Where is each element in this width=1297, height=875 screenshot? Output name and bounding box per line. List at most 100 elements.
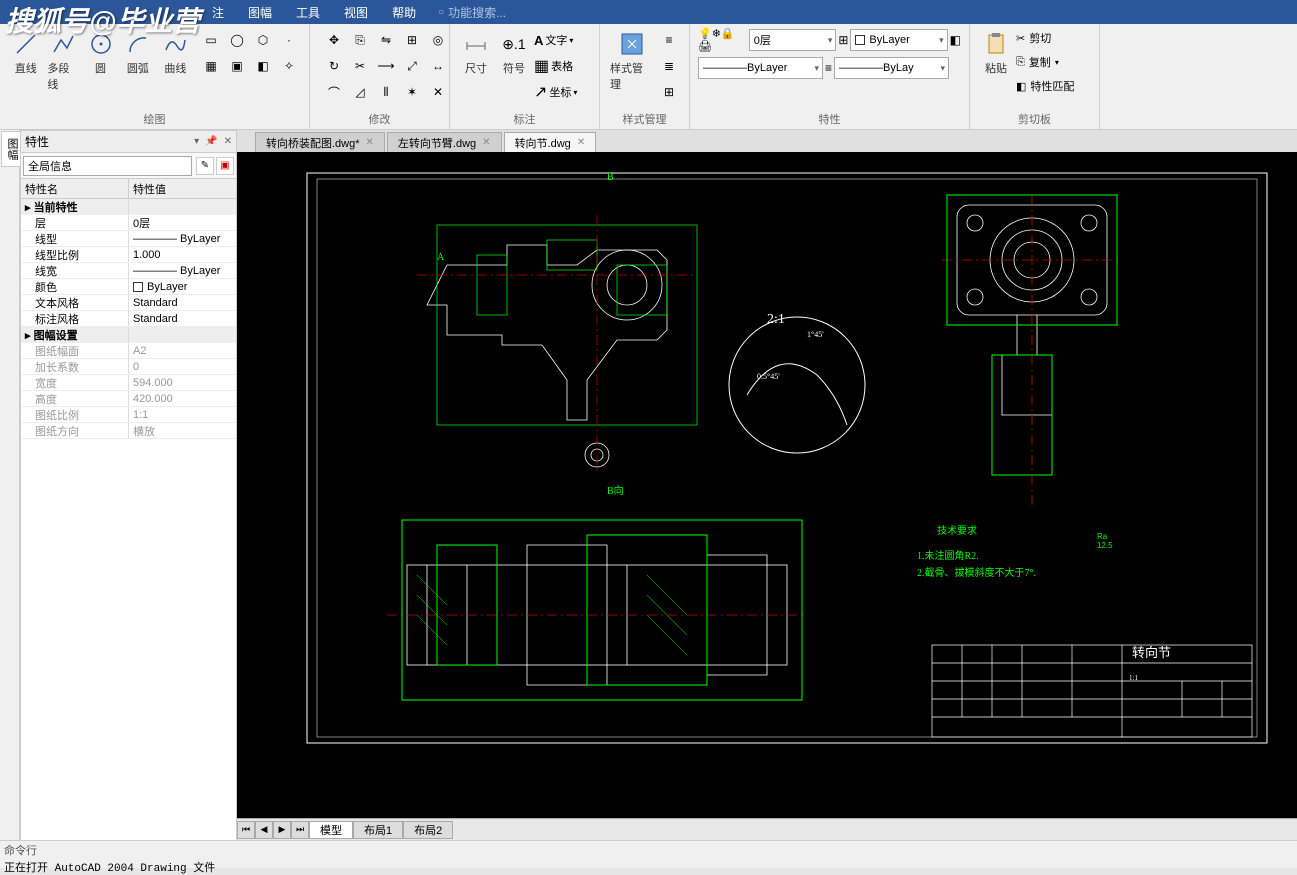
layout-nav-next[interactable]: ▶ — [273, 821, 291, 839]
tab-close-icon[interactable]: ✕ — [577, 137, 585, 148]
layout-tab-2[interactable]: 布局2 — [403, 821, 453, 839]
col-name-header: 特性名 — [21, 179, 129, 198]
layout-nav-first[interactable]: ⏮ — [237, 821, 255, 839]
menu-item-1[interactable]: 图幅 — [236, 4, 284, 21]
trim-icon[interactable]: ✂ — [348, 54, 372, 78]
move-icon[interactable]: ✥ — [322, 28, 346, 52]
ribbon-group-style: 样式管理 ≡≣⊞ 样式管理 — [600, 24, 690, 129]
matchprop-button[interactable]: ◧特性匹配 — [1016, 76, 1074, 96]
prop-value[interactable]: 1.000 — [129, 247, 236, 262]
offset-icon[interactable]: ◎ — [426, 28, 450, 52]
panel-pin-icon[interactable]: 📌 — [205, 136, 217, 147]
lineweight-dropdown[interactable]: ———— ByLay — [834, 57, 949, 79]
draw-group-label: 绘图 — [8, 109, 301, 127]
prop-value[interactable]: 0层 — [129, 215, 236, 230]
annotate-group-label: 标注 — [458, 109, 591, 127]
erase-icon[interactable]: ✕ — [426, 80, 450, 104]
extend-icon[interactable]: ⟶ — [374, 54, 398, 78]
stretch-icon[interactable]: ↔ — [426, 54, 450, 78]
misc-icon[interactable]: ✧ — [277, 54, 301, 78]
prop-value[interactable]: ———— ByLayer — [129, 231, 236, 246]
tab-close-icon[interactable]: ✕ — [366, 137, 374, 148]
prop-value[interactable]: 0 — [129, 359, 236, 374]
ribbon: 直线 多段线 圆 圆弧 曲线 ▭ ◯ ⬡ · ▦ ▣ ◧ ✧ 绘图 ✥ ⎘ ⇋ — [0, 24, 1297, 130]
polygon-icon[interactable]: ⬡ — [251, 28, 275, 52]
lt-tool-icon[interactable]: ≡ — [825, 61, 832, 75]
layout-nav-last[interactable]: ⏭ — [291, 821, 309, 839]
color-dropdown[interactable]: ByLayer — [850, 29, 947, 51]
coord-button[interactable]: ↗坐标▾ — [534, 80, 577, 104]
menu-item-2[interactable]: 工具 — [284, 4, 332, 21]
symbol-button[interactable]: ⊕.1符号 — [496, 28, 532, 104]
table-button[interactable]: ▦表格 — [534, 54, 577, 78]
prop-group[interactable]: ▸ 图幅设置 — [21, 327, 129, 342]
ellipse-icon[interactable]: ◯ — [225, 28, 249, 52]
prop-key: 图纸比例 — [21, 407, 129, 422]
copy-button[interactable]: ⎘复制▾ — [1016, 52, 1074, 72]
point-icon[interactable]: · — [277, 28, 301, 52]
tab-close-icon[interactable]: ✕ — [482, 137, 490, 148]
region-icon[interactable]: ▣ — [225, 54, 249, 78]
layout-tab-1[interactable]: 布局1 — [353, 821, 403, 839]
panel-close-icon[interactable]: ✕ — [224, 136, 232, 147]
document-tab[interactable]: 左转向节臂.dwg✕ — [387, 132, 502, 152]
prop-key: 线型比例 — [21, 247, 129, 262]
prop-key: 图纸方向 — [21, 423, 129, 438]
style-b-icon[interactable]: ≣ — [657, 54, 681, 78]
layout-tabs: ⏮ ◀ ▶ ⏭ 模型 布局1 布局2 — [237, 818, 1297, 840]
menu-item-3[interactable]: 视图 — [332, 4, 380, 21]
circle-button[interactable]: 圆 — [83, 28, 118, 94]
document-tab[interactable]: 转向桥装配图.dwg*✕ — [255, 132, 385, 152]
rect-icon[interactable]: ▭ — [199, 28, 223, 52]
dimension-button[interactable]: 尺寸 — [458, 28, 494, 104]
fillet-icon[interactable]: ⌒ — [322, 80, 346, 104]
chamfer-icon[interactable]: ◿ — [348, 80, 372, 104]
polyline-button[interactable]: 多段线 — [45, 28, 80, 94]
selection-dropdown[interactable]: 全局信息 — [23, 156, 192, 176]
sel-btn-2[interactable]: ▣ — [216, 157, 234, 175]
paste-button[interactable]: 粘贴 — [978, 28, 1014, 96]
prop-value[interactable]: 420.000 — [129, 391, 236, 406]
drawing-canvas[interactable]: 2:1 1°45' 0.5°45' A B B向 技术要求 1.未注圆角R2. … — [237, 152, 1297, 818]
copy-icon[interactable]: ⎘ — [348, 28, 372, 52]
panel-dropdown-icon[interactable]: ▾ — [194, 136, 199, 147]
sel-btn-1[interactable]: ✎ — [196, 157, 214, 175]
arc-button[interactable]: 圆弧 — [120, 28, 155, 94]
break-icon[interactable]: ⦀ — [374, 80, 398, 104]
line-button[interactable]: 直线 — [8, 28, 43, 94]
hatch-icon[interactable]: ▦ — [199, 54, 223, 78]
prop-value[interactable]: 横放 — [129, 423, 236, 438]
spline-button[interactable]: 曲线 — [158, 28, 193, 94]
menu-item-0[interactable]: 注 — [200, 4, 236, 21]
style-c-icon[interactable]: ⊞ — [657, 80, 681, 104]
explode-icon[interactable]: ✶ — [400, 80, 424, 104]
layer-tool-icon[interactable]: ⊞ — [838, 33, 848, 47]
prop-value[interactable]: ByLayer — [129, 279, 236, 294]
prop-value[interactable]: A2 — [129, 343, 236, 358]
block-icon[interactable]: ◧ — [251, 54, 275, 78]
cut-button[interactable]: ✂剪切 — [1016, 28, 1074, 48]
mirror-icon[interactable]: ⇋ — [374, 28, 398, 52]
prop-value[interactable]: Standard — [129, 295, 236, 310]
document-tab[interactable]: 转向节.dwg✕ — [504, 132, 597, 152]
layer-icons[interactable]: 💡❄🔒🖨 — [698, 27, 747, 53]
array-icon[interactable]: ⊞ — [400, 28, 424, 52]
style-a-icon[interactable]: ≡ — [657, 28, 681, 52]
layout-nav-prev[interactable]: ◀ — [255, 821, 273, 839]
prop-group[interactable]: ▸ 当前特性 — [21, 199, 129, 214]
prop-value[interactable]: Standard — [129, 311, 236, 326]
scale-icon[interactable]: ⤢ — [400, 54, 424, 78]
layout-tab-model[interactable]: 模型 — [309, 821, 353, 839]
text-button[interactable]: A文字▾ — [534, 28, 577, 52]
linetype-dropdown[interactable]: ———— ByLayer — [698, 57, 823, 79]
layer-dropdown[interactable]: 0层 — [749, 29, 837, 51]
prop-value[interactable]: ———— ByLayer — [129, 263, 236, 278]
menu-item-4[interactable]: 帮助 — [380, 4, 428, 21]
color-tool-icon[interactable]: ◧ — [950, 33, 961, 47]
ribbon-group-modify: ✥ ⎘ ⇋ ⊞ ◎ ↻ ✂ ⟶ ⤢ ↔ ⌒ ◿ ⦀ ✶ ✕ 修改 — [310, 24, 450, 129]
prop-value[interactable]: 594.000 — [129, 375, 236, 390]
style-manager-button[interactable]: 样式管理 — [608, 28, 655, 104]
search-box[interactable]: 功能搜索... — [438, 4, 506, 21]
prop-value[interactable]: 1:1 — [129, 407, 236, 422]
rotate-icon[interactable]: ↻ — [322, 54, 346, 78]
